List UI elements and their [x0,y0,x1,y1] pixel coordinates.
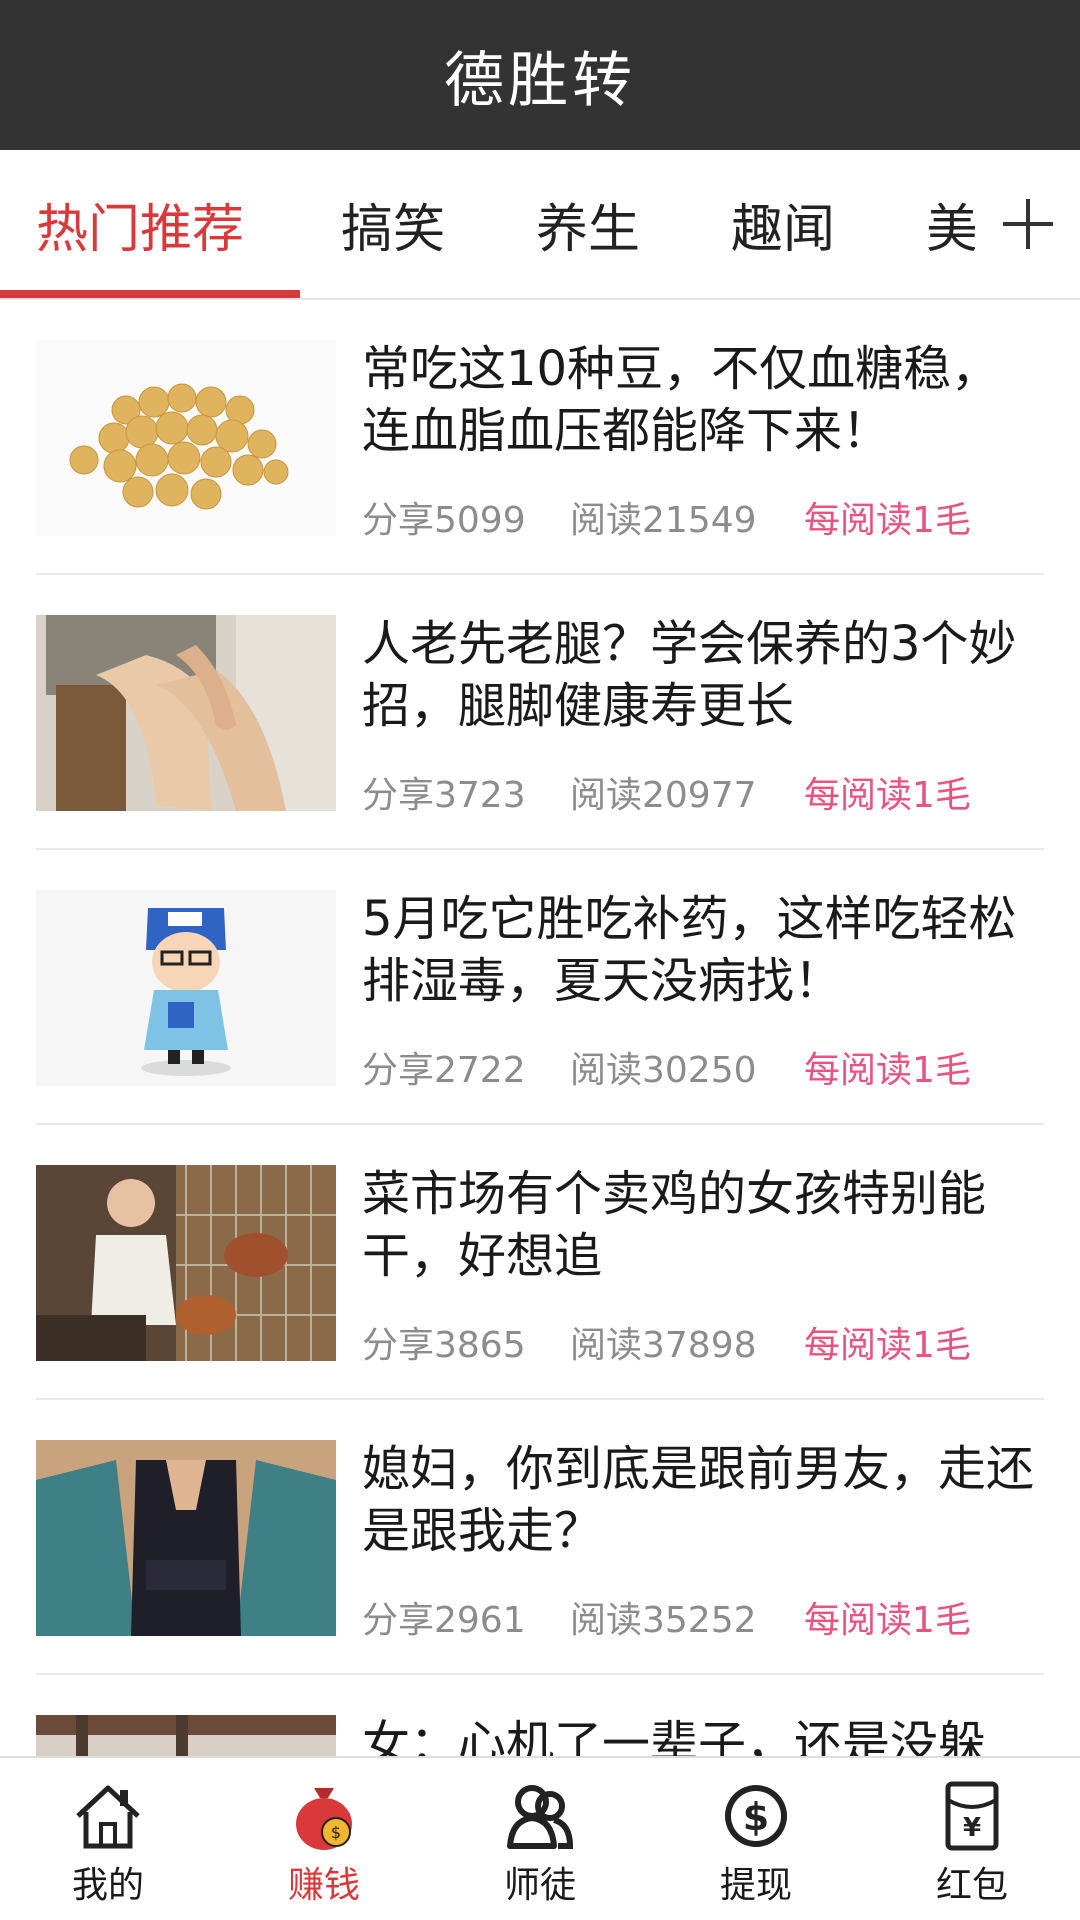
share-count: 分享3723 [362,775,526,816]
article-item[interactable]: 菜市场有个卖鸡的女孩特别能干，好想追 分享3865 阅读37898 每阅读1毛 [36,1125,1044,1400]
app-title: 德胜转 [444,45,636,116]
reward-badge: 每阅读1毛 [804,1325,971,1366]
users-icon [507,1785,574,1849]
svg-text:¥: ¥ [963,1813,981,1843]
reward-badge: 每阅读1毛 [804,1050,971,1091]
nav-withdraw[interactable]: $ 提现 [648,1758,864,1920]
cartoon-doctor-image [36,890,336,1086]
article-item[interactable]: 5月吃它胜吃补药，这样吃轻松排湿毒，夏天没病找！ 分享2722 阅读30250 … [36,850,1044,1125]
app-header: 德胜转 [0,0,1080,150]
active-tab-indicator [0,290,300,298]
share-count: 分享2961 [362,1600,526,1641]
article-feed: 常吃这10种豆，不仅血糖稳，连血脂血压都能降下来！ 分享5099 阅读21549… [0,300,1080,1756]
tab-hot-recommend[interactable]: 热门推荐 [36,150,244,298]
nav-label: 赚钱 [287,1865,360,1906]
money-bag-icon: $ [296,1788,352,1850]
article-item[interactable]: 媳妇，你到底是跟前男友，走还是跟我走？ 分享2961 阅读35252 每阅读1毛 [36,1400,1044,1675]
article-title: 人老先老腿？学会保养的3个妙招，腿脚健康寿更长 [362,616,1017,734]
read-count: 阅读37898 [570,1325,757,1366]
plus-icon [1002,199,1053,249]
nav-label: 提现 [719,1865,792,1906]
article-meta: 分享5099 阅读21549 每阅读1毛 [362,496,1042,546]
woman-dress-image [36,1440,336,1636]
reward-badge: 每阅读1毛 [804,775,971,816]
read-count: 阅读21549 [570,500,757,541]
article-meta: 分享3723 阅读20977 每阅读1毛 [362,771,1042,821]
article-title: 常吃这10种豆，不仅血糖稳，连血脂血压都能降下来！ [362,341,1000,459]
tab-beauty[interactable]: 美 [926,150,978,298]
partial-image [36,1715,336,1756]
reward-badge: 每阅读1毛 [804,500,971,541]
share-count: 分享2722 [362,1050,526,1091]
svg-text:$: $ [331,1823,341,1842]
article-title: 菜市场有个卖鸡的女孩特别能干，好想追 [362,1166,987,1284]
nav-label: 我的 [71,1865,144,1906]
article-title: 媳妇，你到底是跟前男友，走还是跟我走？ [362,1441,1035,1559]
share-count: 分享5099 [362,500,526,541]
reward-badge: 每阅读1毛 [804,1600,971,1641]
nav-label: 红包 [935,1865,1008,1906]
red-envelope-icon: ¥ [945,1781,999,1851]
nav-mentor[interactable]: 师徒 [432,1758,648,1920]
article-item[interactable]: 女：心机了一辈子，还是没躲 [36,1675,1044,1756]
bottom-navigation: 我的 $ 赚钱 师徒 $ 提现 ¥ 红包 [0,1756,1080,1920]
soybeans-image [36,340,336,536]
share-count: 分享3865 [362,1325,526,1366]
article-title: 5月吃它胜吃补药，这样吃轻松排湿毒，夏天没病找！ [362,891,1017,1009]
article-item[interactable]: 常吃这10种豆，不仅血糖稳，连血脂血压都能降下来！ 分享5099 阅读21549… [36,300,1044,575]
article-meta: 分享2961 阅读35252 每阅读1毛 [362,1596,1042,1646]
article-meta: 分享3865 阅读37898 每阅读1毛 [362,1321,1042,1371]
tab-interesting-news[interactable]: 趣闻 [731,150,835,298]
article-item[interactable]: 人老先老腿？学会保养的3个妙招，腿脚健康寿更长 分享3723 阅读20977 每… [36,575,1044,850]
read-count: 阅读20977 [570,775,757,816]
chicken-market-image [36,1165,336,1361]
read-count: 阅读30250 [570,1050,757,1091]
add-category-button[interactable] [975,150,1080,298]
nav-label: 师徒 [503,1865,576,1906]
nav-earn[interactable]: $ 赚钱 [216,1758,432,1920]
tab-funny[interactable]: 搞笑 [341,150,445,298]
article-title: 女：心机了一辈子，还是没躲 [362,1716,987,1756]
home-icon [76,1785,140,1849]
article-meta: 分享2722 阅读30250 每阅读1毛 [362,1046,1042,1096]
nav-red-envelope[interactable]: ¥ 红包 [864,1758,1080,1920]
category-tabs: 热门推荐 搞笑 养生 趣闻 美 [0,150,1080,300]
tab-health[interactable]: 养生 [536,150,640,298]
svg-text:$: $ [743,1795,769,1839]
nav-my[interactable]: 我的 [0,1758,216,1920]
legs-image [36,615,336,811]
read-count: 阅读35252 [570,1600,757,1641]
dollar-coin-icon: $ [725,1785,787,1847]
